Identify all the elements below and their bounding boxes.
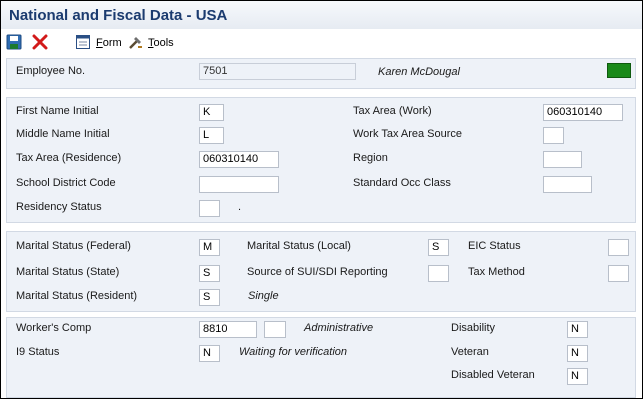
veteran-label: Veteran	[451, 346, 489, 358]
workers-comp-input[interactable]: 8810	[199, 321, 257, 338]
first-initial-label: First Name Initial	[16, 105, 99, 117]
form-menu-accelerator: F	[96, 37, 103, 49]
tools-icon[interactable]	[128, 34, 144, 50]
marital-resident-description: Single	[248, 290, 279, 302]
eic-status-input[interactable]	[608, 239, 629, 256]
toolbar: Form Tools	[1, 31, 642, 55]
form-icon[interactable]	[75, 34, 91, 50]
disability-input[interactable]: N	[567, 321, 588, 338]
tax-method-input[interactable]	[608, 265, 629, 282]
first-initial-input[interactable]: K	[199, 104, 224, 121]
employee-number-label: Employee No.	[16, 65, 86, 77]
marital-federal-label: Marital Status (Federal)	[16, 240, 131, 252]
window-title: National and Fiscal Data - USA	[9, 7, 228, 24]
disabled-veteran-input[interactable]: N	[567, 368, 588, 385]
form-menu-label: orm	[102, 37, 122, 49]
occ-class-label: Standard Occ Class	[353, 177, 451, 189]
marital-local-input[interactable]: S	[428, 239, 449, 256]
workers-comp-description: Administrative	[304, 322, 374, 334]
save-icon[interactable]	[6, 34, 22, 50]
marital-state-input[interactable]: S	[199, 265, 220, 282]
form-menu-button[interactable]: Form	[96, 37, 122, 49]
work-tax-source-label: Work Tax Area Source	[353, 128, 463, 140]
i9-status-label: I9 Status	[16, 346, 60, 358]
occ-class-input[interactable]	[543, 176, 592, 193]
marital-resident-label: Marital Status (Resident)	[16, 290, 138, 302]
disability-label: Disability	[451, 322, 496, 334]
sui-sdi-label: Source of SUI/SDI Reporting	[247, 266, 388, 278]
tools-menu-label: ools	[153, 37, 174, 49]
region-input[interactable]	[543, 151, 582, 168]
residency-status-input[interactable]	[199, 200, 220, 217]
tax-method-label: Tax Method	[468, 266, 525, 278]
tools-menu-button[interactable]: Tools	[148, 37, 174, 49]
marital-federal-input[interactable]: M	[199, 239, 220, 256]
disabled-veteran-label: Disabled Veteran	[451, 369, 535, 381]
workers-comp-label: Worker's Comp	[16, 322, 92, 334]
tax-area-work-label: Tax Area (Work)	[353, 105, 432, 117]
eic-status-label: EIC Status	[468, 240, 521, 252]
residency-status-description: .	[238, 201, 242, 213]
region-label: Region	[353, 152, 388, 164]
work-tax-source-input[interactable]	[543, 127, 564, 144]
middle-initial-label: Middle Name Initial	[16, 128, 110, 140]
middle-initial-input[interactable]: L	[199, 127, 224, 144]
title-bar: National and Fiscal Data - USA	[1, 1, 642, 29]
employee-name: Karen McDougal	[378, 66, 460, 78]
i9-status-description: Waiting for verification	[239, 346, 348, 358]
residency-status-label: Residency Status	[16, 201, 102, 213]
status-indicator-icon	[607, 63, 631, 78]
tax-area-residence-input[interactable]: 060310140	[199, 151, 279, 168]
tax-area-work-input[interactable]: 060310140	[543, 104, 623, 121]
i9-status-input[interactable]: N	[199, 345, 220, 362]
marital-resident-input[interactable]: S	[199, 289, 220, 306]
school-district-label: School District Code	[16, 177, 116, 189]
employee-number-field: 7501	[199, 63, 356, 80]
sui-sdi-input[interactable]	[428, 265, 449, 282]
school-district-input[interactable]	[199, 176, 279, 193]
marital-state-label: Marital Status (State)	[16, 266, 120, 278]
marital-local-label: Marital Status (Local)	[247, 240, 351, 252]
close-x-icon[interactable]	[32, 34, 48, 50]
tax-area-residence-label: Tax Area (Residence)	[16, 152, 122, 164]
national-fiscal-data-window: National and Fiscal Data - USA Form Tool…	[0, 0, 643, 399]
veteran-input[interactable]: N	[567, 345, 588, 362]
workers-comp-sub-input[interactable]	[264, 321, 286, 338]
